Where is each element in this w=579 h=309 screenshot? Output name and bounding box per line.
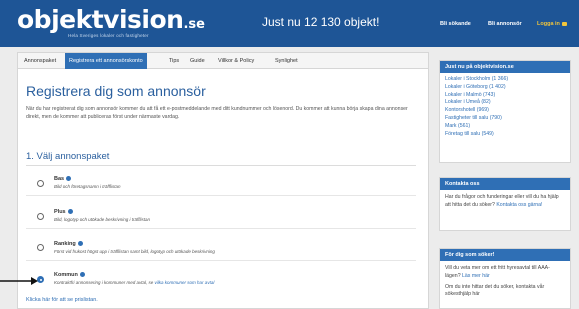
- option-divider: [26, 260, 416, 261]
- login-link[interactable]: Logga in: [537, 21, 567, 27]
- contact-link[interactable]: Kontakta oss gärna!: [496, 202, 542, 208]
- radio-bas[interactable]: [37, 180, 44, 187]
- package-desc: Bild, logotyp och utökade beskrivning i …: [54, 217, 151, 222]
- package-name: Kommun: [54, 272, 85, 278]
- tab-annonspaket[interactable]: Annonspaket: [20, 53, 60, 69]
- top-header: objektvision.se Hela Sveriges lokaler oc…: [0, 0, 579, 47]
- package-desc: Bild och företagsnamn i träfflistan: [54, 184, 121, 189]
- category-link[interactable]: Företag till salu (549): [445, 131, 565, 139]
- logo-tagline: Hela Sveriges lokaler och fastigheter: [68, 33, 149, 38]
- tab-register[interactable]: Registrera ett annonsörskonto: [65, 53, 147, 69]
- option-divider: [26, 195, 416, 196]
- seekers-text-2: Om du inte hittar det du söker, kontakta…: [445, 283, 545, 298]
- main-panel: Annonspaket Registrera ett annonsörskont…: [17, 52, 429, 309]
- category-link[interactable]: Lokaler i Umeå (82): [445, 99, 565, 107]
- package-desc: Först vid frukost högst upp i träfflista…: [54, 249, 215, 254]
- package-name: Ranking: [54, 241, 83, 247]
- intro-text: När du har registrerat dig som annonsör …: [26, 106, 408, 120]
- latest-objects-box: Just nu på objektvision.se Lokaler i Sto…: [439, 60, 571, 163]
- pointer-arrow-icon: [0, 277, 38, 285]
- option-divider: [26, 228, 416, 229]
- section-divider: [26, 165, 416, 166]
- radio-ranking[interactable]: [37, 244, 44, 251]
- page-title: Registrera dig som annonsör: [26, 83, 206, 99]
- section-title: 1. Välj annonspaket: [26, 151, 110, 162]
- logo-text: objektvision: [17, 5, 184, 34]
- seekers-box: För dig som söker! Vill du veta mer om e…: [439, 248, 571, 309]
- category-link[interactable]: Mark (561): [445, 123, 565, 131]
- login-label: Logga in: [537, 21, 560, 27]
- info-icon[interactable]: [77, 241, 83, 247]
- seekers-text: Vill du veta mer om ett fritt hyresavtal…: [445, 265, 550, 279]
- contact-box: Kontakta oss Har du frågor och fundering…: [439, 177, 571, 231]
- become-advertiser-link[interactable]: Bli annonsör: [488, 21, 522, 27]
- read-more-link[interactable]: Läs mer här: [462, 273, 490, 279]
- seekers-title: För dig som söker!: [440, 249, 570, 261]
- radio-kommun[interactable]: [37, 276, 44, 283]
- info-icon[interactable]: [66, 176, 72, 182]
- info-icon[interactable]: [67, 209, 73, 215]
- category-link[interactable]: Lokaler i Stockholm (1 366): [445, 76, 565, 84]
- tab-guide[interactable]: Guide: [186, 53, 209, 69]
- radio-plus[interactable]: [37, 213, 44, 220]
- info-icon[interactable]: [79, 272, 85, 278]
- tab-tips[interactable]: Tips: [165, 53, 183, 69]
- tab-visibility[interactable]: Synlighet: [271, 53, 302, 69]
- category-link[interactable]: Kontorshotell (969): [445, 107, 565, 115]
- tab-terms[interactable]: Villkor & Policy: [214, 53, 258, 69]
- package-name: Plus: [54, 209, 73, 215]
- tab-bar: Annonspaket Registrera ett annonsörskont…: [18, 53, 428, 69]
- lock-icon: [561, 21, 567, 26]
- package-name: Bas: [54, 176, 72, 182]
- price-list-link[interactable]: Klicka här för att se prislistan.: [26, 297, 98, 303]
- category-link[interactable]: Fastigheter till salu (790): [445, 115, 565, 123]
- municipalities-link[interactable]: vilka kommuner som har avtal: [155, 280, 215, 285]
- become-seeker-link[interactable]: Bli sökande: [440, 21, 471, 27]
- latest-objects-title: Just nu på objektvision.se: [440, 61, 570, 73]
- package-desc: Kontraktfri annonsering i kommuner med a…: [54, 280, 215, 285]
- object-count-headline: Just nu 12 130 objekt!: [262, 15, 380, 29]
- category-link[interactable]: Lokaler i Göteborg (1 402): [445, 84, 565, 92]
- contact-title: Kontakta oss: [440, 178, 570, 190]
- logo-suffix: .se: [183, 17, 205, 32]
